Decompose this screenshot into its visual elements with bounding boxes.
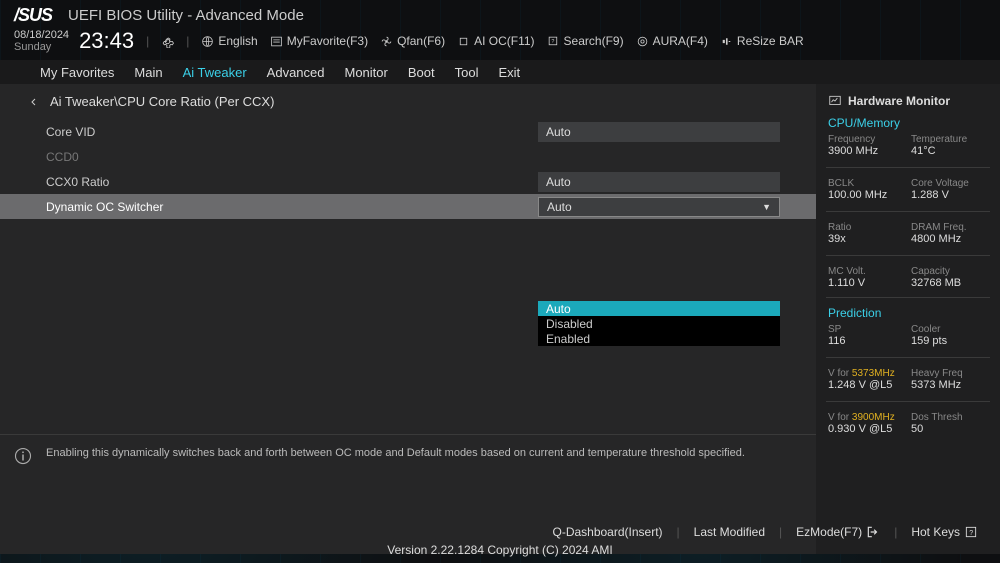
stat-item: Capacity32768 MB xyxy=(911,266,988,289)
date: 08/18/2024 xyxy=(14,29,69,41)
corevid-label: Core VID xyxy=(46,125,538,139)
dropdown-option-disabled[interactable]: Disabled xyxy=(538,316,780,331)
stat-item: MC Volt.1.110 V xyxy=(828,266,905,289)
exit-icon xyxy=(866,525,880,539)
search-button[interactable]: ?Search(F9) xyxy=(547,34,624,48)
stat-item: SP116 xyxy=(828,324,905,347)
stat-item: Ratio39x xyxy=(828,222,905,245)
aura-icon xyxy=(636,35,649,48)
monitor-icon xyxy=(828,94,842,108)
breadcrumb-text: Ai Tweaker\CPU Core Ratio (Per CCX) xyxy=(50,94,274,109)
chevron-down-icon: ▼ xyxy=(762,202,771,212)
hwmon-title: Hardware Monitor xyxy=(828,94,988,108)
ccx0-field[interactable]: Auto xyxy=(538,172,780,192)
tab-exit[interactable]: Exit xyxy=(498,65,520,80)
stat-item: Core Voltage1.288 V xyxy=(911,178,988,201)
stat-item: V for 3900MHz0.930 V @L5 xyxy=(828,412,905,435)
qfan-button[interactable]: Qfan(F6) xyxy=(380,34,445,48)
ccx0-label: CCX0 Ratio xyxy=(46,175,538,189)
tab-tool[interactable]: Tool xyxy=(455,65,479,80)
myfavorite-button[interactable]: MyFavorite(F3) xyxy=(270,34,368,48)
stat-item: BCLK100.00 MHz xyxy=(828,178,905,201)
search-icon: ? xyxy=(547,35,560,48)
svg-text:?: ? xyxy=(969,530,973,537)
aura-button[interactable]: AURA(F4) xyxy=(636,34,708,48)
question-icon: ? xyxy=(964,525,978,539)
resize-icon xyxy=(720,35,733,48)
dropdown-option-enabled[interactable]: Enabled xyxy=(538,331,780,346)
list-icon xyxy=(270,35,283,48)
hotkeys-button[interactable]: Hot Keys? xyxy=(903,525,986,539)
tab-ai-tweaker[interactable]: Ai Tweaker xyxy=(183,65,247,80)
stat-item: V for 5373MHz1.248 V @L5 xyxy=(828,368,905,391)
stat-item: Dos Thresh50 xyxy=(911,412,988,435)
tab-advanced[interactable]: Advanced xyxy=(267,65,325,80)
lastmodified-button[interactable]: Last Modified xyxy=(686,525,773,539)
dropdown-option-auto[interactable]: Auto xyxy=(538,301,780,316)
settings-button[interactable] xyxy=(161,35,174,48)
version-text: Version 2.22.1284 Copyright (C) 2024 AMI xyxy=(0,543,1000,557)
language-button[interactable]: English xyxy=(201,34,257,48)
gear-icon xyxy=(161,35,174,48)
resizebar-button[interactable]: ReSize BAR xyxy=(720,34,804,48)
dynoc-dropdown[interactable]: Auto▼ xyxy=(538,197,780,217)
qdashboard-button[interactable]: Q-Dashboard(Insert) xyxy=(544,525,670,539)
page-title: UEFI BIOS Utility - Advanced Mode xyxy=(68,7,304,24)
ccd0-label: CCD0 xyxy=(46,150,816,164)
dynoc-label: Dynamic OC Switcher xyxy=(46,200,538,214)
pred-section: Prediction xyxy=(828,306,988,320)
stat-item: Cooler159 pts xyxy=(911,324,988,347)
tab-boot[interactable]: Boot xyxy=(408,65,435,80)
back-icon[interactable] xyxy=(28,96,40,108)
dynoc-dropdown-list: AutoDisabledEnabled xyxy=(538,301,780,346)
clock: 23:43 xyxy=(79,28,134,54)
day: Sunday xyxy=(14,41,69,53)
info-icon xyxy=(14,447,32,465)
tab-main[interactable]: Main xyxy=(134,65,162,80)
ezmode-button[interactable]: EzMode(F7) xyxy=(788,525,888,539)
logo: /SUS xyxy=(14,5,52,26)
stat-item: Frequency3900 MHz xyxy=(828,134,905,157)
fan-icon xyxy=(380,35,393,48)
stat-item: Heavy Freq5373 MHz xyxy=(911,368,988,391)
cpu-section: CPU/Memory xyxy=(828,116,988,130)
stat-item: Temperature41°C xyxy=(911,134,988,157)
stat-item: DRAM Freq.4800 MHz xyxy=(911,222,988,245)
tab-monitor[interactable]: Monitor xyxy=(345,65,388,80)
tabbar: My Favorites Main Ai Tweaker Advanced Monito… xyxy=(0,60,1000,84)
chip-icon xyxy=(457,35,470,48)
globe-icon xyxy=(201,35,214,48)
svg-text:?: ? xyxy=(551,39,554,45)
aioc-button[interactable]: AI OC(F11) xyxy=(457,34,534,48)
corevid-field[interactable]: Auto xyxy=(538,122,780,142)
tab-my-favorites[interactable]: My Favorites xyxy=(40,65,114,80)
